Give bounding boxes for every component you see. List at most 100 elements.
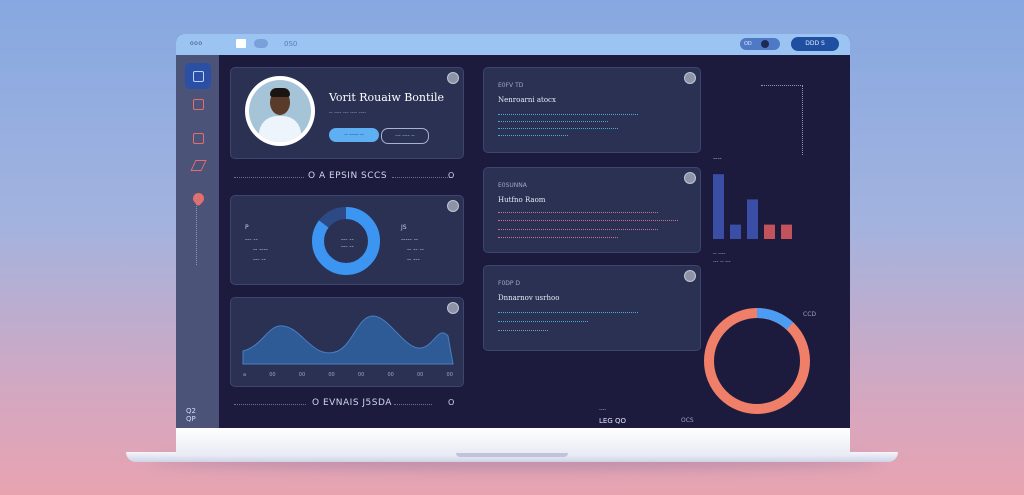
info-card-2[interactable]: E0SUNNA Hutfno Raom (483, 167, 701, 253)
info-card-title: Nenroarni atocx (498, 96, 556, 104)
top-action-button[interactable]: DDD S (791, 37, 839, 51)
sidebar-item-file[interactable] (185, 125, 211, 151)
top-bar: ooo 0S0 OD DDD S (176, 34, 850, 55)
divider-end-1: O (448, 171, 455, 180)
bar (730, 224, 741, 239)
info-card-3[interactable]: F0DP D Dnnarnov usrhoo (483, 265, 701, 351)
bar (781, 224, 792, 239)
bar (713, 174, 724, 239)
ring-note-title: ---- (599, 407, 607, 413)
text-line (498, 212, 658, 215)
x-tick: 00 (298, 372, 306, 378)
info-card-title: Hutfno Raom (498, 196, 546, 204)
profile-secondary-button[interactable]: --- ---- -- (381, 128, 429, 144)
more-icon[interactable] (684, 172, 696, 184)
donut-right-label: -- -- -- (407, 246, 424, 253)
text-line (498, 220, 678, 223)
profile-primary-button[interactable]: -- ----- -- (329, 128, 379, 142)
donut-left-label: -- ---- (253, 246, 268, 253)
more-icon[interactable] (684, 72, 696, 84)
bar-chart (713, 174, 792, 239)
ring-label-left: OCS (681, 417, 694, 424)
text-line (498, 128, 618, 131)
x-tick: 00 (357, 372, 365, 378)
divider-end-2: O (448, 398, 455, 407)
donut-left-title: P (245, 224, 249, 231)
text-line (498, 114, 638, 117)
heart-icon (190, 190, 207, 207)
theme-toggle[interactable]: OD (740, 38, 780, 50)
sidebar: Q2 QP (176, 55, 219, 428)
divider-row-2: O EVNAIS J5SDA O (234, 398, 458, 410)
info-card-title: Dnnarnov usrhoo (498, 294, 560, 302)
avatar[interactable] (245, 76, 315, 146)
donut-left-label: --- -- (253, 256, 266, 263)
top-bar-text: 0S0 (284, 40, 298, 48)
main-content: Vorit Rouaiw Bontile -- ---- --- ---- --… (219, 55, 850, 428)
donut-right-label: -- --- (407, 256, 420, 263)
sidebar-footer: Q2 QP (186, 407, 196, 423)
x-tick: 00 (387, 372, 394, 378)
text-line (498, 135, 568, 138)
sidebar-item-calendar[interactable] (185, 91, 211, 117)
window-icon[interactable] (236, 39, 246, 48)
calendar-icon (193, 99, 204, 110)
info-card-label: E0FV TD (498, 82, 524, 89)
text-line (498, 229, 658, 232)
x-tick: 00 (269, 372, 276, 378)
laptop-lip (176, 428, 850, 454)
ring-label-right: CCD (803, 311, 816, 318)
ring-chart (704, 308, 810, 414)
divider-text-2: O EVNAIS J5SDA (312, 398, 392, 408)
text-line (498, 330, 548, 333)
info-card-label: F0DP D (498, 280, 521, 287)
home-icon (193, 71, 204, 82)
sidebar-item-home[interactable] (185, 63, 211, 89)
file-icon (193, 133, 204, 144)
sidebar-item-heart[interactable] (185, 185, 211, 211)
more-icon[interactable] (447, 200, 459, 212)
wave-card: a 00 00 00 00 00 00 00 (230, 297, 464, 387)
profile-subtitle: -- ---- --- ---- ---- (329, 110, 367, 116)
text-line (498, 312, 638, 315)
info-card-1[interactable]: E0FV TD Nenroarni atocx (483, 67, 701, 153)
dotted-line (802, 85, 803, 155)
profile-card: Vorit Rouaiw Bontile -- ---- --- ---- --… (230, 67, 464, 159)
donut-left-label: --- -- (245, 236, 258, 243)
bar-legend: -- ---- (713, 251, 726, 257)
donut-center-text: --- -- --- -- (341, 236, 354, 250)
donut-card: P --- -- -- ---- --- -- --- -- --- -- JS… (230, 195, 464, 285)
donut-right-label: ----- -- (401, 236, 419, 243)
laptop-screen: ooo 0S0 OD DDD S Q2 QP Vorit Rouaiw Bont… (176, 34, 850, 428)
dotted-line (761, 85, 801, 86)
bar-chart-area: ---- -- ---- --- -- --- (713, 155, 813, 265)
more-icon[interactable] (447, 302, 459, 314)
info-card-label: E0SUNNA (498, 182, 527, 189)
x-tick: 00 (328, 372, 335, 378)
ring-segment-orange (704, 308, 810, 414)
bar-legend: --- -- --- (713, 259, 731, 265)
donut-right-title: JS (401, 224, 407, 231)
bar (764, 224, 775, 239)
ring-note-text: LEG QO (599, 417, 626, 425)
wave-area (242, 315, 454, 365)
toggle-label: OD (744, 41, 752, 47)
text-line (498, 121, 608, 124)
profile-name: Vorit Rouaiw Bontile (329, 91, 444, 104)
wave-x-axis: a 00 00 00 00 00 00 00 (243, 372, 453, 378)
app-title: ooo (190, 40, 203, 47)
x-tick: a (243, 372, 247, 378)
sidebar-item-chart[interactable] (185, 152, 211, 178)
divider-row-1: O A EPSIN SCCS O (234, 171, 458, 183)
more-icon[interactable] (447, 72, 459, 84)
toggle-knob (761, 40, 769, 48)
chart-icon (190, 160, 207, 171)
x-tick: 00 (416, 372, 424, 378)
x-tick: 00 (446, 372, 453, 378)
laptop-notch (456, 453, 568, 457)
more-icon[interactable] (684, 270, 696, 282)
cloud-icon[interactable] (254, 39, 268, 48)
wave-chart (242, 315, 454, 365)
divider-text-1: O A EPSIN SCCS (308, 171, 388, 181)
text-line (498, 237, 618, 240)
